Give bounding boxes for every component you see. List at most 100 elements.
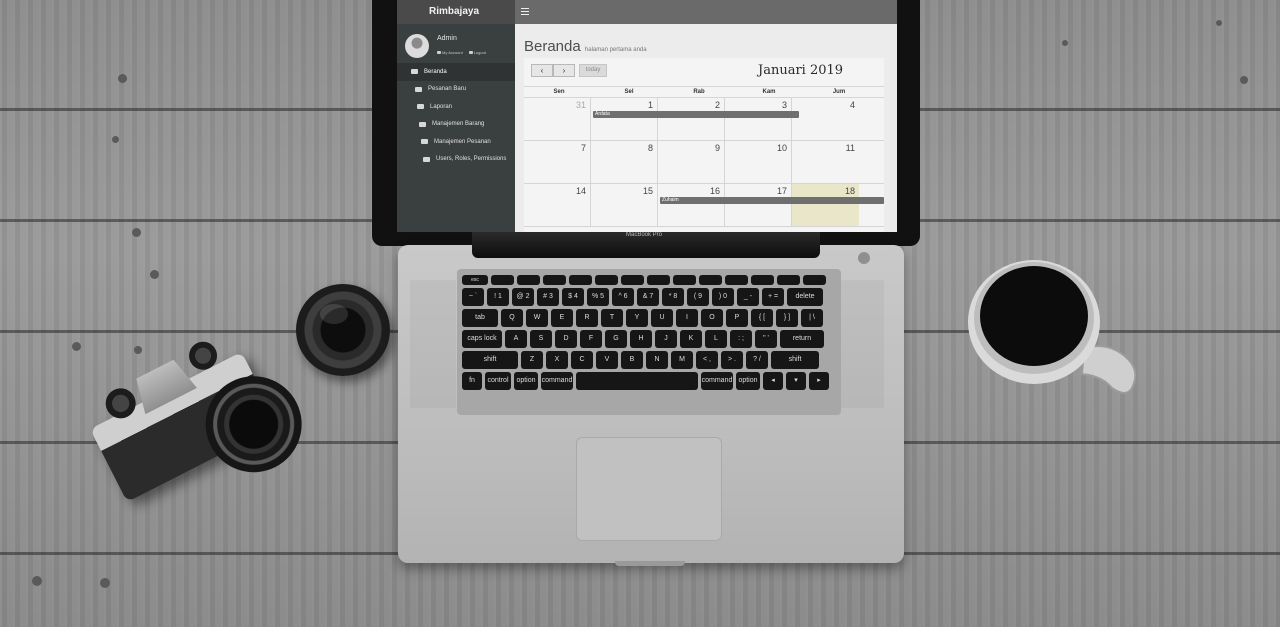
sidebar-item-manajemen-barang[interactable]: Manajemen Barang ‹ [397, 116, 529, 134]
keyboard-key[interactable]: C [571, 351, 593, 369]
calendar-day[interactable]: 11 [792, 141, 859, 183]
keyboard-key[interactable] [647, 275, 670, 285]
keyboard-key[interactable]: Z [521, 351, 543, 369]
keyboard-key[interactable]: E [551, 309, 573, 327]
keyboard-key[interactable]: I [676, 309, 698, 327]
keyboard-key[interactable] [803, 275, 826, 285]
keyboard-key[interactable]: command [541, 372, 573, 390]
keyboard-key[interactable]: } ] [776, 309, 798, 327]
hamburger-menu-icon[interactable] [521, 8, 529, 15]
keyboard-key[interactable]: & 7 [637, 288, 659, 306]
keyboard-key[interactable]: % 5 [587, 288, 609, 306]
keyboard-key[interactable]: * 8 [662, 288, 684, 306]
keyboard-key[interactable]: esc [462, 275, 488, 285]
keyboard-key[interactable]: J [655, 330, 677, 348]
keyboard-key[interactable]: option [514, 372, 538, 390]
my-account-link[interactable]: My Account [437, 50, 463, 55]
keyboard-key[interactable]: option [736, 372, 760, 390]
keyboard-key[interactable]: U [651, 309, 673, 327]
prev-month-button[interactable]: ‹ [531, 64, 553, 77]
keyboard-key[interactable]: control [485, 372, 511, 390]
keyboard-key[interactable]: ◂ [763, 372, 783, 390]
keyboard-key[interactable]: R [576, 309, 598, 327]
keyboard-key[interactable]: | \ [801, 309, 823, 327]
keyboard-key[interactable]: ( 9 [687, 288, 709, 306]
keyboard-key[interactable]: ▸ [809, 372, 829, 390]
keyboard-key[interactable]: { [ [751, 309, 773, 327]
calendar-day[interactable]: 4 [792, 98, 859, 140]
keyboard-key[interactable]: X [546, 351, 568, 369]
sidebar-item-beranda[interactable]: Beranda [397, 63, 529, 81]
keyboard-key[interactable]: D [555, 330, 577, 348]
keyboard-key[interactable]: @ 2 [512, 288, 534, 306]
calendar-event[interactable]: Ardata [593, 111, 799, 118]
keyboard-key[interactable]: O [701, 309, 723, 327]
keyboard-key[interactable]: A [505, 330, 527, 348]
keyboard-key[interactable]: fn [462, 372, 482, 390]
keyboard-key[interactable]: F [580, 330, 602, 348]
keyboard-key[interactable]: shift [771, 351, 819, 369]
power-button[interactable] [858, 252, 870, 264]
keyboard-key[interactable]: K [680, 330, 702, 348]
keyboard-key[interactable]: P [726, 309, 748, 327]
today-button[interactable]: today [579, 64, 607, 77]
calendar-day[interactable]: 10 [725, 141, 792, 183]
keyboard-key[interactable]: ~ ` [462, 288, 484, 306]
keyboard-key[interactable]: _ - [737, 288, 759, 306]
calendar-day[interactable]: 17 [725, 184, 792, 226]
calendar-day[interactable]: 15 [591, 184, 658, 226]
sidebar-item-pesanan-baru[interactable]: Pesanan Baru [397, 81, 529, 99]
keyboard-key[interactable]: Q [501, 309, 523, 327]
app-logo[interactable]: Rimbajaya [397, 0, 515, 24]
keyboard-key[interactable]: tab [462, 309, 498, 327]
keyboard-key[interactable]: # 3 [537, 288, 559, 306]
keyboard-key[interactable]: W [526, 309, 548, 327]
keyboard-key[interactable]: B [621, 351, 643, 369]
next-month-button[interactable]: › [553, 64, 575, 77]
calendar-day[interactable]: 14 [524, 184, 591, 226]
keyboard-key[interactable]: T [601, 309, 623, 327]
calendar-day[interactable]: 3 [725, 98, 792, 140]
keyboard-key[interactable]: $ 4 [562, 288, 584, 306]
keyboard-key[interactable] [595, 275, 618, 285]
keyboard-key[interactable]: G [605, 330, 627, 348]
keyboard-key[interactable]: shift [462, 351, 518, 369]
keyboard-key[interactable] [673, 275, 696, 285]
keyboard-key[interactable]: L [705, 330, 727, 348]
keyboard-key[interactable] [621, 275, 644, 285]
keyboard-key[interactable]: delete [787, 288, 823, 306]
calendar-day-today[interactable]: 18 [792, 184, 859, 226]
calendar-day[interactable]: 16 [658, 184, 725, 226]
keyboard-key[interactable]: ? / [746, 351, 768, 369]
keyboard-key[interactable]: " ' [755, 330, 777, 348]
keyboard-key[interactable]: ) 0 [712, 288, 734, 306]
calendar-day[interactable]: 1 [591, 98, 658, 140]
keyboard-key[interactable]: caps lock [462, 330, 502, 348]
keyboard-key[interactable]: ▾ [786, 372, 806, 390]
keyboard-key[interactable]: + = [762, 288, 784, 306]
keyboard-key[interactable]: ^ 6 [612, 288, 634, 306]
keyboard-key[interactable]: V [596, 351, 618, 369]
calendar-day[interactable]: 7 [524, 141, 591, 183]
keyboard-key[interactable]: command [701, 372, 733, 390]
sidebar-item-users-roles-permissions[interactable]: Users, Roles, Permissions ‹ [397, 151, 529, 169]
keyboard-key[interactable]: < , [696, 351, 718, 369]
keyboard-key[interactable] [576, 372, 698, 390]
keyboard-key[interactable] [517, 275, 540, 285]
keyboard-key[interactable] [725, 275, 748, 285]
keyboard-key[interactable]: Y [626, 309, 648, 327]
keyboard-key[interactable]: return [780, 330, 824, 348]
calendar-day[interactable]: 8 [591, 141, 658, 183]
sidebar-item-laporan[interactable]: Laporan ‹ [397, 98, 529, 116]
keyboard-key[interactable]: M [671, 351, 693, 369]
calendar-day[interactable]: 31 [524, 98, 591, 140]
keyboard-key[interactable]: H [630, 330, 652, 348]
sidebar-item-manajemen-pesanan[interactable]: Manajemen Pesanan ‹ [397, 133, 529, 151]
keyboard-key[interactable]: N [646, 351, 668, 369]
keyboard-key[interactable] [751, 275, 774, 285]
logout-link[interactable]: Logout [468, 50, 486, 55]
keyboard-key[interactable] [699, 275, 722, 285]
keyboard-key[interactable] [491, 275, 514, 285]
keyboard-key[interactable]: ! 1 [487, 288, 509, 306]
keyboard-key[interactable]: > . [721, 351, 743, 369]
